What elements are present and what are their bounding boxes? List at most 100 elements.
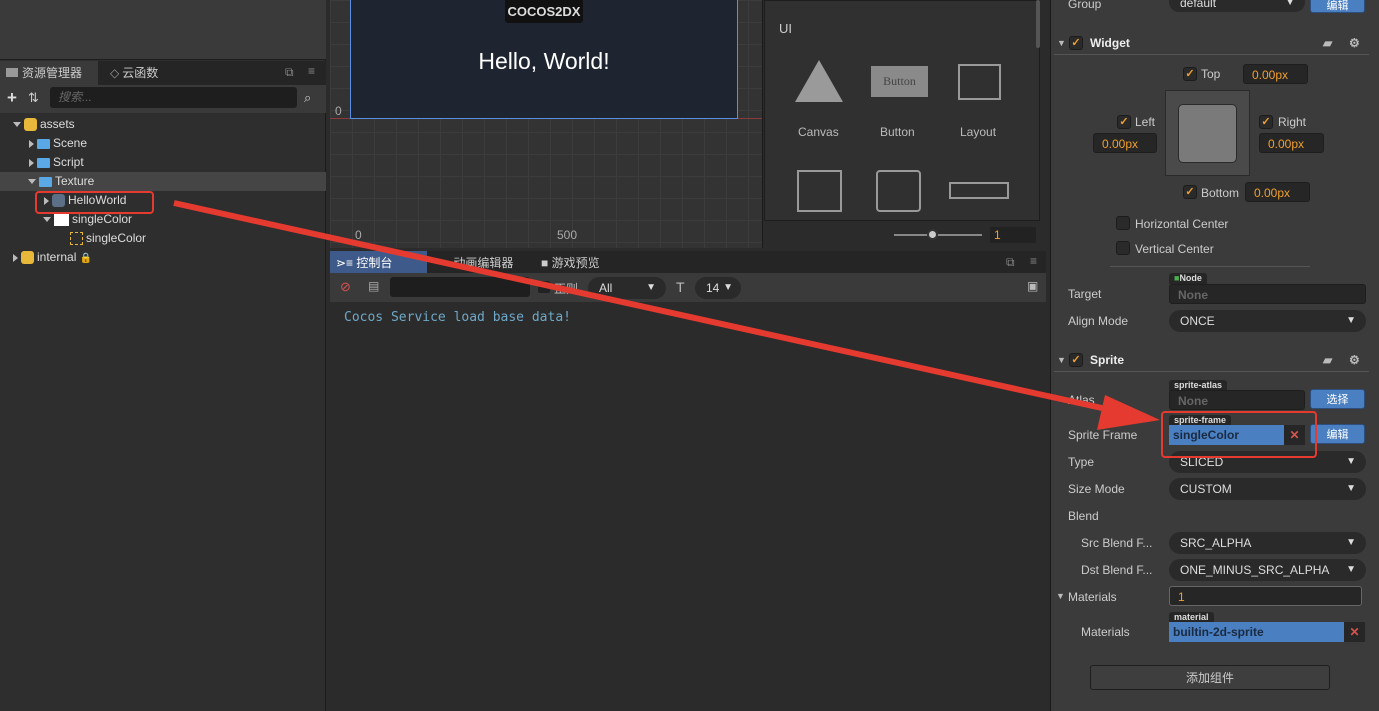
expand-arrow-icon[interactable]: [43, 217, 51, 223]
add-icon[interactable]: +: [7, 88, 17, 108]
menu-icon[interactable]: ≡: [1030, 254, 1037, 268]
search-icon[interactable]: ⌕: [304, 90, 311, 106]
zoom-slider-handle[interactable]: [927, 229, 938, 240]
sprite-component-header[interactable]: ▼ ✓ Sprite ▰ ⚙: [1054, 348, 1369, 372]
tab-console[interactable]: ⋗≡ 控制台: [330, 251, 427, 275]
folder-icon: [37, 138, 50, 149]
sprite-enabled-checkbox[interactable]: ✓: [1069, 353, 1083, 367]
horizontal-center-label: Horizontal Center: [1135, 217, 1229, 231]
size-mode-select[interactable]: CUSTOM ▼: [1169, 478, 1366, 500]
tree-item-script[interactable]: Script: [0, 153, 326, 172]
log-line: Cocos Service load base data!: [344, 310, 571, 325]
src-blend-select[interactable]: SRC_ALPHA ▼: [1169, 532, 1366, 554]
materials-count-input[interactable]: 1: [1169, 586, 1362, 606]
log-file-icon[interactable]: ▤: [368, 279, 379, 293]
group-edit-button[interactable]: 编辑: [1310, 0, 1365, 13]
horizontal-center-checkbox[interactable]: [1116, 216, 1130, 230]
widget-component-header[interactable]: ▼ ✓ Widget ▰ ⚙: [1054, 31, 1369, 55]
sprite-frame-icon: [70, 232, 83, 246]
font-size-select[interactable]: 14 ▼: [695, 277, 741, 299]
bottom-checkbox[interactable]: ✓: [1183, 185, 1197, 199]
progressbar-widget-icon[interactable]: [949, 182, 1009, 199]
scrollbar[interactable]: [1036, 0, 1040, 48]
material-field[interactable]: builtin-2d-sprite: [1169, 622, 1344, 642]
collapse-arrow-icon[interactable]: ▼: [1057, 348, 1066, 372]
vertical-center-checkbox[interactable]: [1116, 241, 1130, 255]
menu-icon[interactable]: ≡: [308, 64, 315, 78]
atlas-label: Atlas: [1068, 393, 1095, 407]
hierarchy-panel-remnant: [0, 0, 326, 60]
collapse-console-icon[interactable]: ▣: [1027, 279, 1038, 293]
help-book-icon[interactable]: ▰: [1323, 348, 1332, 372]
target-field[interactable]: None: [1169, 284, 1366, 304]
popout-icon[interactable]: ⧉: [1006, 255, 1015, 270]
pageview-widget-icon[interactable]: [876, 170, 921, 212]
type-label: Type: [1068, 455, 1095, 469]
zoom-slider[interactable]: [894, 234, 982, 236]
right-checkbox[interactable]: ✓: [1259, 115, 1273, 129]
collapse-arrow-icon[interactable]: [29, 139, 34, 148]
log-level-select[interactable]: All ▼: [588, 277, 666, 299]
sprite-frame-label: Sprite Frame: [1068, 428, 1138, 442]
help-book-icon[interactable]: ▰: [1323, 31, 1332, 55]
left-input[interactable]: 0.00px: [1093, 133, 1157, 153]
align-mode-select[interactable]: ONCE ▼: [1169, 310, 1366, 332]
collapse-arrow-icon[interactable]: ▼: [1056, 591, 1065, 601]
bottom-input[interactable]: 0.00px: [1245, 182, 1310, 202]
atlas-field[interactable]: None: [1169, 390, 1305, 410]
camera-icon: ■: [541, 256, 552, 270]
src-blend-label: Src Blend F...: [1081, 536, 1153, 550]
top-input[interactable]: 0.00px: [1243, 64, 1308, 84]
tree-item-scene[interactable]: Scene: [0, 134, 326, 153]
top-checkbox[interactable]: ✓: [1183, 67, 1197, 81]
expand-arrow-icon[interactable]: [13, 122, 21, 128]
atlas-select-button[interactable]: 选择: [1310, 389, 1365, 409]
console-filter-input[interactable]: [390, 277, 530, 297]
zoom-input[interactable]: 1: [990, 227, 1036, 243]
scrollview-widget-icon[interactable]: [797, 170, 842, 212]
right-input[interactable]: 0.00px: [1259, 133, 1324, 153]
collapse-arrow-icon[interactable]: [29, 158, 34, 167]
tree-item-texture[interactable]: Texture: [0, 172, 326, 191]
clear-icon[interactable]: ⊘: [340, 279, 351, 295]
gear-icon[interactable]: ⚙: [1349, 348, 1360, 372]
group-select[interactable]: default ▼: [1169, 0, 1305, 12]
tab-animation-editor[interactable]: ⚬ 动画编辑器: [434, 251, 534, 275]
regex-checkbox[interactable]: [538, 281, 550, 293]
left-checkbox[interactable]: ✓: [1117, 115, 1131, 129]
dropdown-arrow-icon: ▼: [646, 282, 656, 293]
left-label: Left: [1135, 115, 1156, 129]
console-tabbar: ⋗≡ 控制台 ⚬ 动画编辑器 ■ 游戏预览 ⧉ ≡: [330, 251, 1046, 275]
dropdown-arrow-icon: ▼: [1285, 0, 1295, 8]
collapse-arrow-icon[interactable]: ▼: [1057, 31, 1066, 55]
tree-item-singlecolor-spriteframe[interactable]: singleColor: [0, 229, 326, 248]
add-component-button[interactable]: 添加组件: [1090, 665, 1330, 690]
folder-icon: [6, 68, 18, 77]
tab-assets[interactable]: 资源管理器: [0, 61, 98, 85]
dropdown-arrow-icon: ▼: [1346, 456, 1356, 467]
gear-icon[interactable]: ⚙: [1349, 31, 1360, 55]
tree-item-internal[interactable]: internal 🔒: [0, 248, 326, 267]
tab-game-preview[interactable]: ■ 游戏预览: [535, 251, 630, 275]
tab-cloud-functions[interactable]: ◇ 云函数: [104, 61, 194, 85]
sprite-frame-edit-button[interactable]: 编辑: [1310, 424, 1365, 444]
layout-widget-icon[interactable]: [958, 64, 1001, 100]
sort-icon[interactable]: ⇅: [28, 90, 39, 106]
regex-label: 正则: [554, 282, 579, 296]
assets-search-input[interactable]: 搜索...: [50, 87, 297, 108]
section-ui-label: UI: [779, 21, 792, 36]
top-label: Top: [1201, 67, 1221, 81]
console-toolbar: ⊘ ▤ 正则 All ▼ T 14 ▼ ▣: [330, 273, 1046, 302]
widget-enabled-checkbox[interactable]: ✓: [1069, 36, 1083, 50]
dst-blend-select[interactable]: ONE_MINUS_SRC_ALPHA ▼: [1169, 559, 1366, 581]
tree-item-assets[interactable]: assets: [0, 115, 326, 134]
button-widget-icon[interactable]: Button: [871, 66, 928, 97]
expand-arrow-icon[interactable]: [28, 179, 36, 185]
dropdown-arrow-icon: ▼: [1346, 315, 1356, 326]
clear-material-icon[interactable]: ✕: [1344, 622, 1365, 642]
collapse-arrow-icon[interactable]: [13, 253, 18, 262]
blend-label: Blend: [1068, 509, 1099, 523]
canvas-widget-icon[interactable]: [795, 60, 843, 102]
highlight-box-helloworld: [35, 191, 154, 214]
popout-icon[interactable]: ⧉: [285, 65, 294, 80]
